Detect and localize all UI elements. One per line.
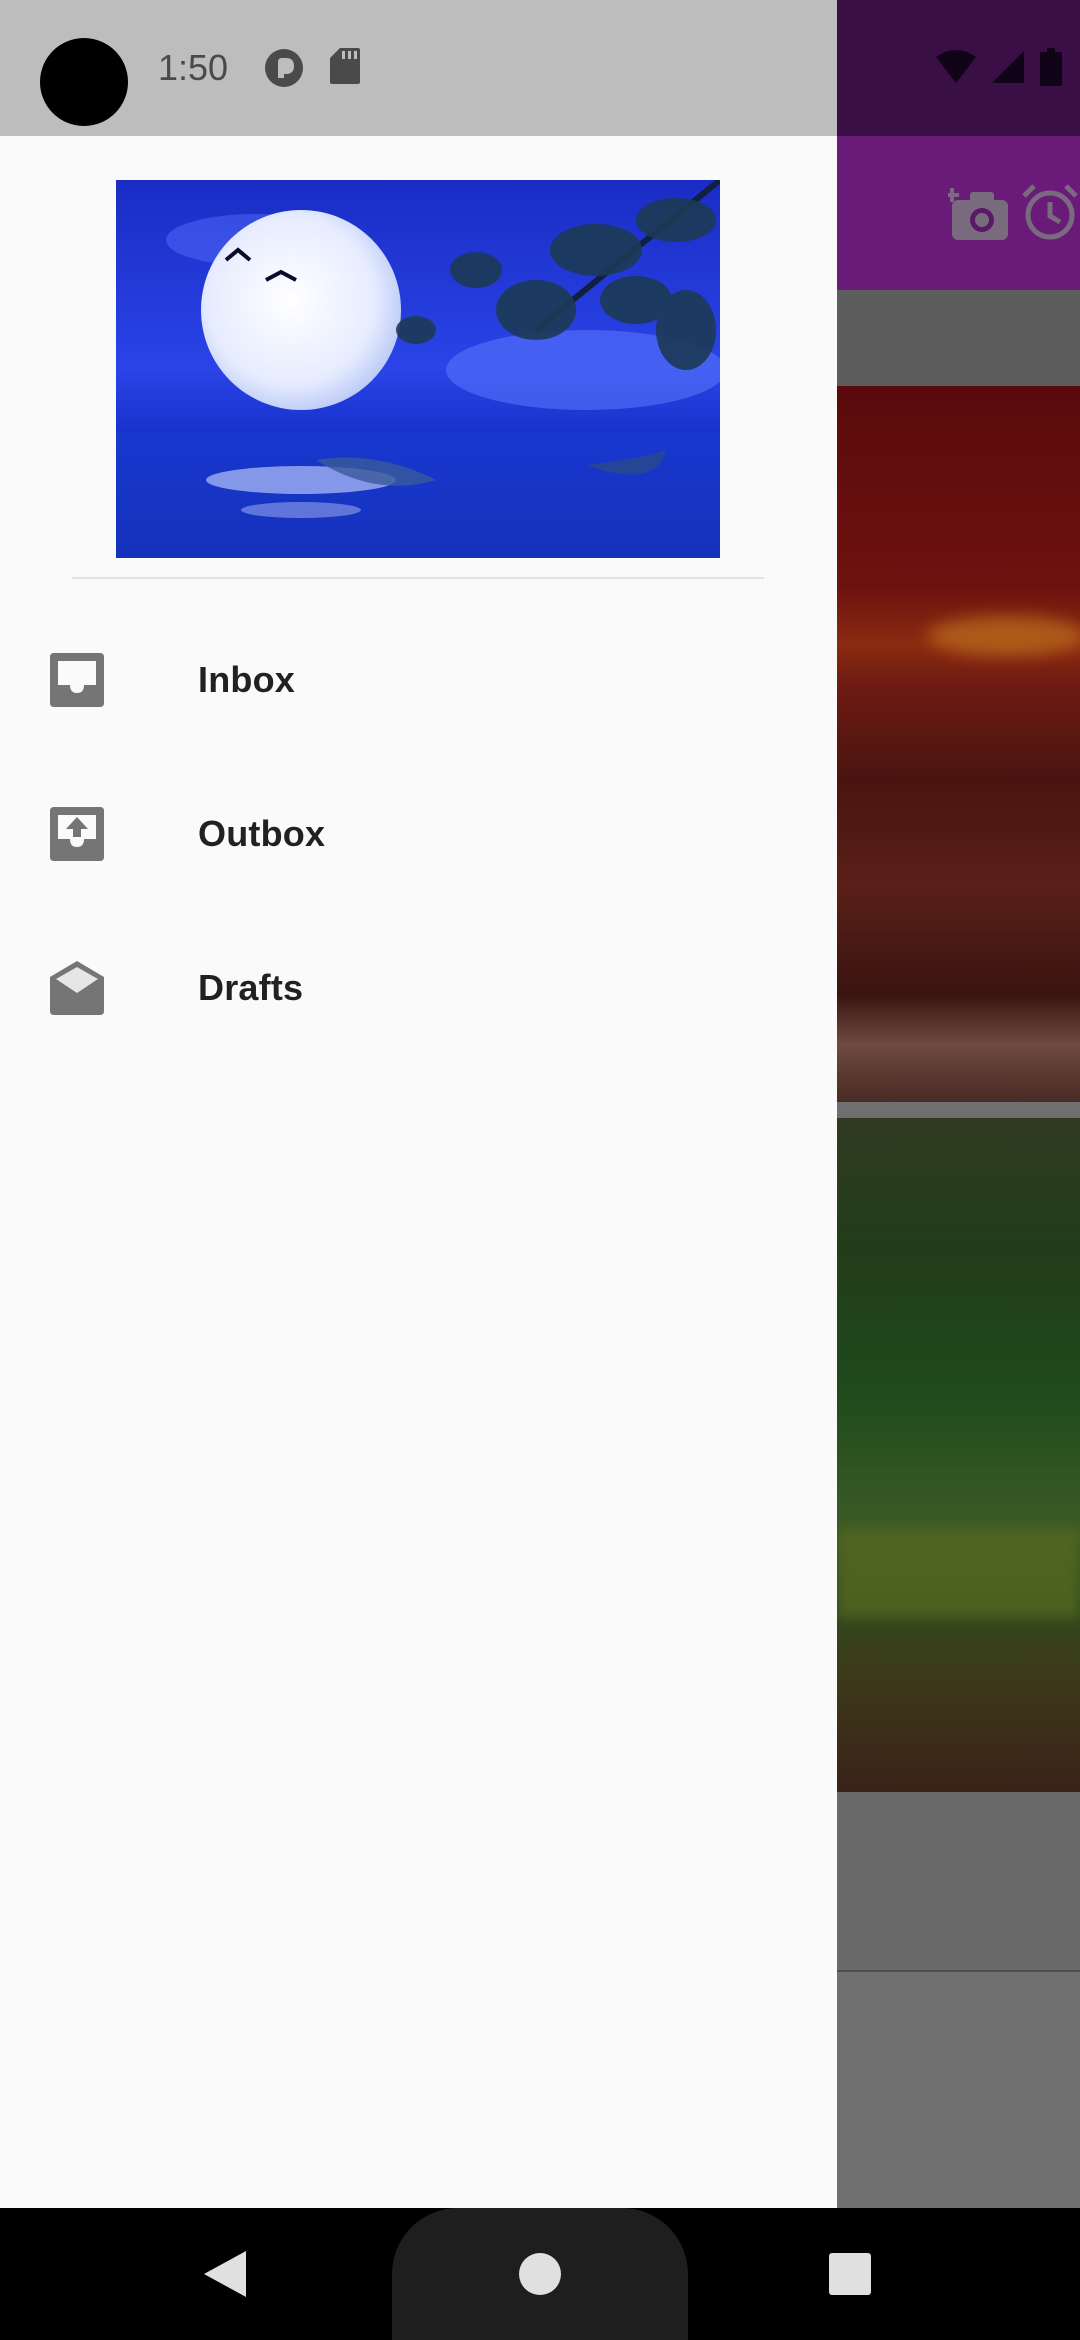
outbox-icon xyxy=(50,807,104,861)
background-card xyxy=(837,1792,1080,1972)
system-status-icons xyxy=(936,48,1062,86)
back-icon[interactable] xyxy=(204,2251,246,2297)
home-icon[interactable] xyxy=(519,2253,561,2295)
add-photo-icon[interactable] xyxy=(948,182,1012,242)
navigation-drawer: Inbox Outbox Drafts xyxy=(0,136,837,2208)
drawer-item-label: Outbox xyxy=(198,813,326,854)
system-nav-bar xyxy=(0,2208,1080,2340)
drafts-icon xyxy=(50,961,104,1015)
inbox-icon xyxy=(50,653,104,707)
drawer-item-label: Drafts xyxy=(198,967,304,1008)
drawer-divider xyxy=(72,577,764,579)
sunset-sea-photo[interactable] xyxy=(837,386,1080,1102)
drawer-item-label: Inbox xyxy=(198,659,295,700)
forest-photo[interactable] xyxy=(837,1118,1080,1792)
status-time: 1:50 xyxy=(158,47,229,88)
pocket-casts-icon xyxy=(265,49,303,87)
signal-icon xyxy=(992,51,1024,83)
drawer-header-image xyxy=(116,180,720,558)
battery-icon xyxy=(1040,48,1062,86)
drawer-item-inbox[interactable]: Inbox xyxy=(0,605,837,755)
wifi-icon xyxy=(936,50,976,83)
avatar xyxy=(40,38,128,126)
alarm-icon[interactable] xyxy=(1020,182,1080,242)
recents-icon[interactable] xyxy=(829,2253,871,2295)
sd-card-icon xyxy=(330,48,360,84)
status-bar: 1:50 xyxy=(0,0,837,136)
drawer-item-outbox[interactable]: Outbox xyxy=(0,759,837,909)
drawer-item-drafts[interactable]: Drafts xyxy=(0,913,837,1063)
